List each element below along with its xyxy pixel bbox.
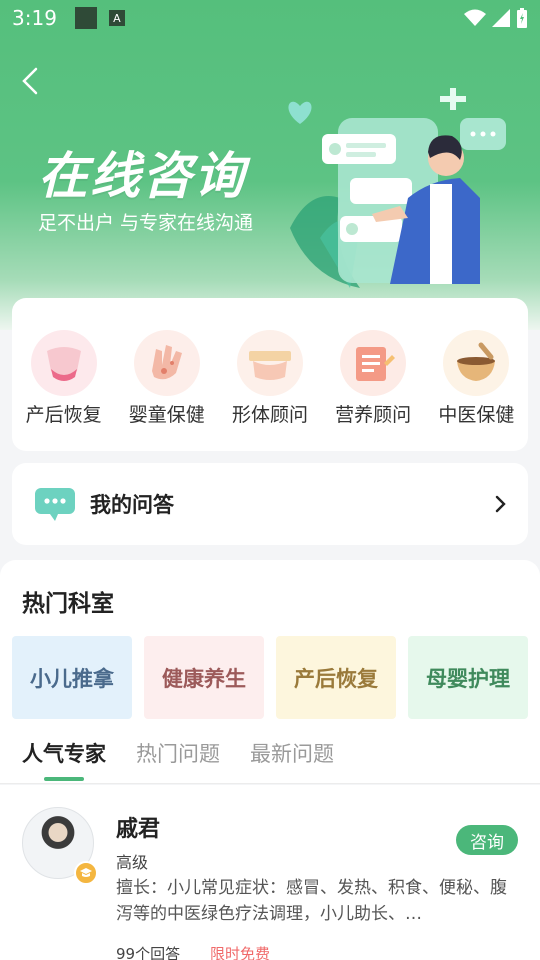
body-shape-icon: [236, 330, 303, 396]
expert-level: 高级: [116, 853, 149, 872]
category-label: 产后恢复: [25, 404, 102, 426]
tab-popular-experts[interactable]: 人气专家: [22, 720, 106, 783]
baby-care-icon: [133, 330, 200, 396]
expert-tabs: 人气专家 热门问题 最新问题: [0, 720, 540, 784]
tab-hot-questions[interactable]: 热门问题: [136, 720, 220, 783]
category-body-shape[interactable]: 形体顾问: [224, 330, 316, 427]
battery-icon: [517, 8, 527, 28]
category-label: 营养顾问: [335, 404, 412, 426]
hero-title: 在线咨询: [38, 147, 246, 205]
department-item[interactable]: 母婴护理: [408, 636, 528, 719]
signal-icon: [492, 9, 510, 27]
expert-description: 擅长：小儿常见症状：感冒、发热、积食、便秘、腹泻等的中医绿色疗法调理，小儿助长、…: [116, 878, 507, 924]
postpartum-icon: [30, 330, 97, 396]
nutrition-icon: [340, 330, 407, 396]
category-label: 形体顾问: [231, 404, 308, 426]
section-title: 热门科室: [22, 591, 114, 617]
category-postpartum[interactable]: 产后恢复: [18, 330, 110, 427]
chevron-right-icon: [495, 495, 506, 513]
tab-latest-questions[interactable]: 最新问题: [250, 720, 334, 783]
category-baby-care[interactable]: 婴童保健: [121, 330, 213, 427]
notification-a-icon: A: [108, 10, 125, 26]
expert-card[interactable]: 戚君 高级 擅长：小儿常见症状：感冒、发热、积食、便秘、腹泻等的中医绿色疗法调理…: [0, 785, 540, 960]
category-card: 产后恢复 婴童保健 形体顾问 营养顾问 中医保健: [12, 298, 528, 451]
status-time: 3:19: [12, 6, 57, 30]
department-list: 小儿推拿 健康养生 产后恢复 母婴护理: [12, 636, 528, 719]
promo-badge: 限时免费: [210, 945, 271, 960]
department-item[interactable]: 小儿推拿: [12, 636, 132, 719]
back-button[interactable]: [14, 64, 46, 98]
category-label: 中医保健: [438, 404, 515, 426]
my-qa-label: 我的问答: [90, 493, 174, 517]
wifi-icon: [464, 9, 486, 26]
graduation-cap-icon: [74, 861, 98, 885]
hero-subtitle: 足不出户 与专家在线沟通: [38, 212, 254, 234]
notification-icon: [74, 7, 97, 29]
department-item[interactable]: 健康养生: [144, 636, 264, 719]
department-item[interactable]: 产后恢复: [276, 636, 396, 719]
back-arrow-icon: [22, 67, 38, 95]
tcm-icon: [443, 330, 510, 396]
expert-name: 戚君: [116, 817, 161, 842]
doctor-illustration: [288, 88, 506, 288]
category-label: 婴童保健: [128, 404, 205, 426]
category-nutrition[interactable]: 营养顾问: [327, 330, 419, 427]
chat-bubble-icon: [35, 488, 75, 521]
category-tcm[interactable]: 中医保健: [430, 330, 522, 427]
answer-count: 99个回答: [116, 945, 181, 960]
consult-button[interactable]: 咨询: [456, 825, 518, 855]
my-qa-row[interactable]: 我的问答: [12, 463, 528, 545]
hot-departments-section: 热门科室 小儿推拿 健康养生 产后恢复 母婴护理: [0, 560, 540, 725]
status-bar: 3:19 A: [0, 0, 540, 36]
